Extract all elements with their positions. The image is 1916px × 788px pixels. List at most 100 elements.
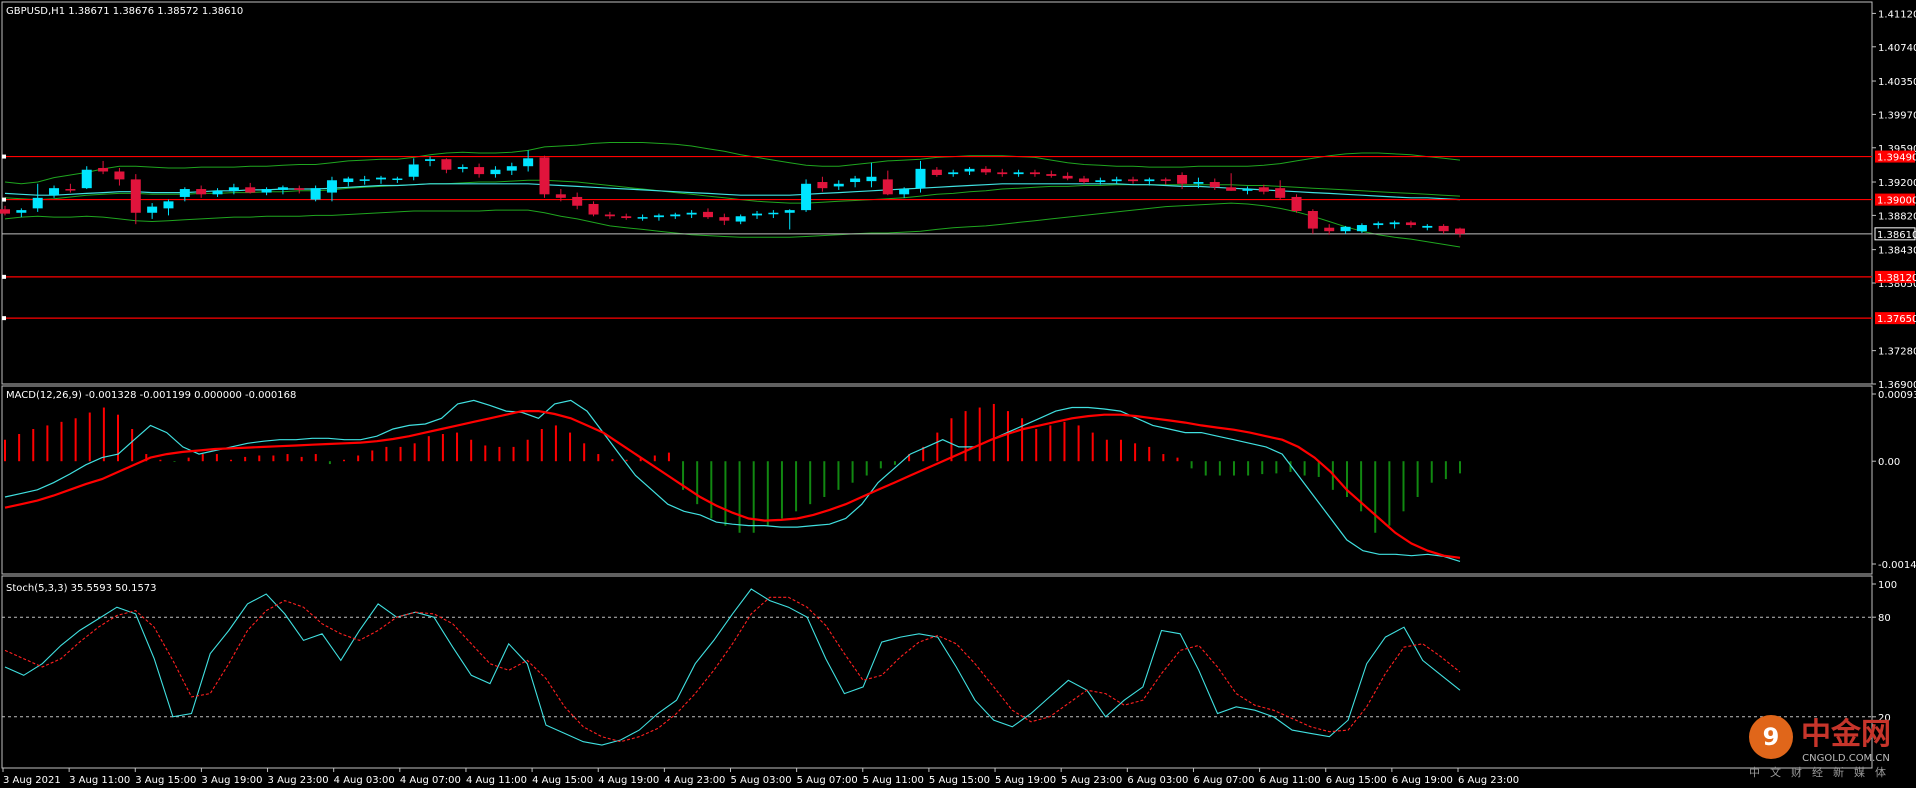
candle-body [1111,179,1122,182]
price-tick-label: 1.41120 [1878,9,1916,20]
macd-line [4,399,1461,562]
candle-body [653,215,664,218]
time-tick-label: 5 Aug 15:00 [929,775,990,786]
candle-body [32,197,43,209]
candle-body [1307,211,1318,229]
candle-body [212,190,223,195]
candle-body [850,178,861,183]
candle-body [539,157,550,195]
candle-body [931,169,942,175]
candle-body [277,187,288,190]
candle-body [817,182,828,189]
macd-header: MACD(12,26,9) -0.001328 -0.001199 0.0000… [6,390,296,401]
macd-tick-label: 0.00 [1878,457,1900,468]
level-price-label: 1.39490 [1877,153,1916,164]
candle-body [1422,225,1433,228]
macd-panel: 0.000939 0.00 -0.001436 [4,390,1916,571]
candle-body [523,158,534,167]
brand-url: CNGOLD.COM.CN [1802,753,1890,764]
time-tick-label: 5 Aug 07:00 [797,775,858,786]
candle-body [686,212,697,215]
level-line-anchor [2,197,6,202]
level-line-anchor [2,316,6,321]
stoch-main-line [4,588,1461,746]
candle-body [670,214,681,217]
time-tick-label: 6 Aug 23:00 [1458,775,1519,786]
candle-body [833,183,844,187]
candle-body [621,216,632,219]
candle-body [1258,187,1269,192]
candle-body [147,206,158,213]
candle-body [899,189,910,195]
candle-body [1455,228,1465,234]
candle-body [588,203,599,215]
candle-body [1373,223,1384,226]
candle-body [245,187,256,193]
time-tick-label: 3 Aug 19:00 [201,775,262,786]
candle-body [980,168,991,173]
candle-body [0,209,10,214]
price-tick-label: 1.38820 [1878,211,1916,222]
time-tick-label: 4 Aug 11:00 [466,775,527,786]
stoch-tick-label: 100 [1878,580,1897,591]
bollinger-lower-line [4,202,1461,248]
panel-frames [1,1,1873,769]
candle-body [98,167,109,172]
watermark: 9 中金网 CNGOLD.COM.CN 中文财经新媒体 [1749,709,1896,780]
candle-body [1438,225,1449,232]
price-tick-label: 1.40740 [1878,43,1916,54]
candle-body [948,172,959,175]
price-tick-label: 1.40350 [1878,77,1916,88]
candle-body [1062,175,1073,179]
candle-body [735,216,746,222]
time-tick-label: 3 Aug 23:00 [268,775,329,786]
candle-body [392,178,403,181]
candle-body [228,187,239,191]
time-tick-label: 3 Aug 11:00 [69,775,130,786]
candle-body [179,189,190,197]
price-tick-label: 1.39970 [1878,110,1916,121]
time-tick-label: 6 Aug 07:00 [1193,775,1254,786]
time-tick-label: 3 Aug 15:00 [135,775,196,786]
candle-body [1128,179,1139,182]
candle-body [572,196,583,206]
stoch-frame [1,575,1873,769]
candle-body [1209,182,1220,188]
candle-body [702,211,713,218]
candle-body [1095,180,1106,183]
candle-body [882,179,893,195]
candle-body [49,188,60,196]
candle-body [506,166,517,171]
current-price-label: 1.38610 [1877,230,1916,241]
candle-body [16,210,27,213]
time-tick-label: 6 Aug 03:00 [1127,775,1188,786]
candle-body [1275,188,1286,198]
candle-body [1193,182,1204,184]
candle-body [1144,179,1155,182]
candle-body [768,212,779,215]
candle-body [343,178,354,183]
candle-body [490,169,501,175]
price-tick-label: 1.37280 [1878,347,1916,358]
candle-body [1160,179,1171,181]
candle-body [555,194,566,198]
candle-body [1389,222,1400,225]
candle-body [310,188,321,200]
candle-body [474,167,485,175]
time-tick-label: 4 Aug 19:00 [598,775,659,786]
time-tick-label: 4 Aug 03:00 [334,775,395,786]
moving-average-line [4,183,1461,201]
time-tick-label: 6 Aug 19:00 [1392,775,1453,786]
brand-logo-icon: 9 [1749,714,1793,759]
bollinger-upper-line [4,142,1461,185]
time-tick-label: 4 Aug 07:00 [400,775,461,786]
price-tick-label: 1.38430 [1878,246,1916,257]
level-price-label: 1.39000 [1877,196,1916,207]
candle-body [1177,174,1188,184]
candle-body [65,189,76,191]
stoch-tick-label: 80 [1878,613,1891,624]
candle-body [457,167,468,169]
candle-body [326,180,337,193]
time-tick-label: 5 Aug 11:00 [863,775,924,786]
level-price-label: 1.37650 [1877,314,1916,325]
